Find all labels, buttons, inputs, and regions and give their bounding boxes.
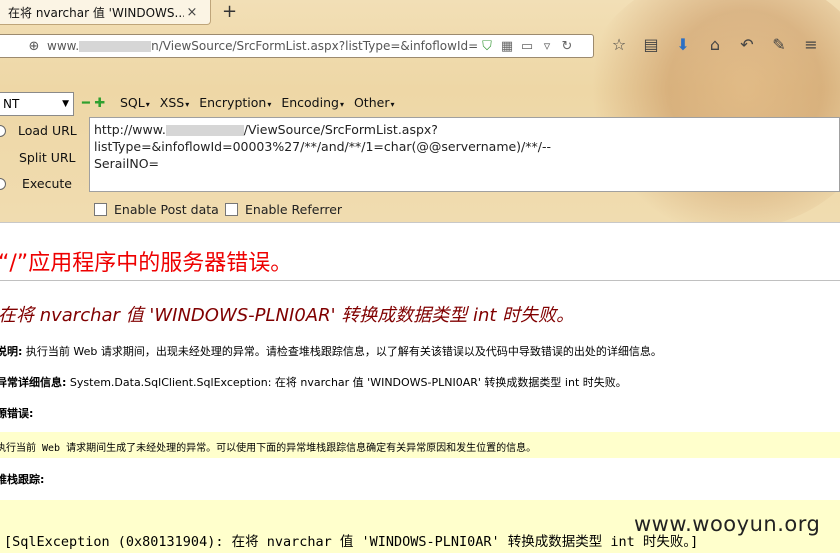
url-bar[interactable]: ⊕ www. n/ViewSource/SrcFormList.aspx?list…	[0, 34, 594, 58]
reload-icon[interactable]: ↻	[557, 39, 577, 54]
hackbar-menus: SQL XSS Encryption Encoding Other	[120, 95, 404, 110]
tab-strip: 在将 nvarchar 值 'WINDOWS... × +	[0, 0, 840, 26]
checkbox-icon[interactable]	[94, 203, 107, 216]
bookmark-star-icon[interactable]: ☆	[603, 34, 635, 56]
chevron-down-icon: ▼	[62, 99, 69, 109]
hackbar-url-textarea[interactable]: http://www./ViewSource/SrcFormList.aspx?…	[89, 117, 840, 192]
download-icon[interactable]: ⬇	[667, 34, 699, 56]
new-tab-button[interactable]: +	[222, 2, 237, 22]
error-title: 在将 nvarchar 值 'WINDOWS-PLNI0AR' 转换成数据类型 …	[0, 305, 575, 326]
radio-icon	[0, 125, 6, 137]
redacted-domain	[165, 125, 244, 136]
hackbar-plus-minus-icon[interactable]: ━ ✚	[82, 96, 105, 111]
globe-icon: ⊕	[28, 38, 40, 54]
hackbar-mode-select[interactable]: NT ▼	[0, 92, 74, 116]
toolbar-icons: ☆ ▤ ⬇ ⌂ ↶ ✎ ≡	[603, 34, 827, 56]
reader-view-icon[interactable]: ▭	[517, 39, 537, 54]
source-error-label: 源错误:	[0, 407, 34, 420]
tab-active[interactable]: 在将 nvarchar 值 'WINDOWS... ×	[0, 0, 211, 25]
execute-button[interactable]: Execute	[22, 176, 72, 191]
menu-sql[interactable]: SQL	[120, 95, 150, 110]
divider	[0, 280, 840, 281]
home-icon[interactable]: ⌂	[699, 34, 731, 56]
nav-bar: ⊕ www. n/ViewSource/SrcFormList.aspx?list…	[0, 28, 840, 62]
qr-code-icon[interactable]: ▦	[497, 39, 517, 54]
description: 说明: 执行当前 Web 请求期间，出现未经处理的异常。请检查堆栈跟踪信息，以了…	[0, 345, 662, 358]
page-title: “/”应用程序中的服务器错误。	[0, 251, 293, 276]
extension-icon[interactable]: ✎	[763, 34, 795, 56]
redacted-domain	[79, 41, 152, 52]
back-arrow-icon[interactable]: ↶	[731, 34, 763, 56]
browser-chrome: 在将 nvarchar 值 'WINDOWS... × + ⊕ www. n/Vi…	[0, 0, 840, 222]
menu-encoding[interactable]: Encoding	[281, 95, 344, 110]
menu-xss[interactable]: XSS	[160, 95, 189, 110]
menu-encryption[interactable]: Encryption	[199, 95, 271, 110]
checkbox-icon[interactable]	[225, 203, 238, 216]
url-text[interactable]: www. n/ViewSource/SrcFormList.aspx?listTy…	[47, 39, 477, 53]
bookmarks-list-icon[interactable]: ▤	[635, 34, 667, 56]
menu-icon[interactable]: ≡	[795, 34, 827, 56]
source-error-box: 执行当前 Web 请求期间生成了未经处理的异常。可以使用下面的异常堆栈跟踪信息确…	[0, 432, 840, 458]
tab-title: 在将 nvarchar 值 'WINDOWS...	[8, 5, 184, 20]
stack-trace-label: 堆栈跟踪:	[0, 473, 45, 486]
watermark: www.wooyun.org	[634, 512, 821, 536]
page-content: “/”应用程序中的服务器错误。 在将 nvarchar 值 'WINDOWS-P…	[0, 222, 840, 553]
exception-details: 异常详细信息: System.Data.SqlClient.SqlExcepti…	[0, 376, 627, 389]
enable-post-checkbox[interactable]: Enable Post data	[94, 202, 219, 217]
split-url-button[interactable]: Split URL	[19, 150, 76, 165]
enable-referrer-checkbox[interactable]: Enable Referrer	[225, 202, 342, 217]
menu-other[interactable]: Other	[354, 95, 395, 110]
close-icon[interactable]: ×	[184, 5, 200, 20]
radio-icon	[0, 178, 6, 190]
shield-icon[interactable]: ⛉	[477, 39, 497, 54]
load-url-button[interactable]: Load URL	[18, 123, 77, 138]
dropdown-arrow-icon[interactable]: ▿	[537, 39, 557, 54]
